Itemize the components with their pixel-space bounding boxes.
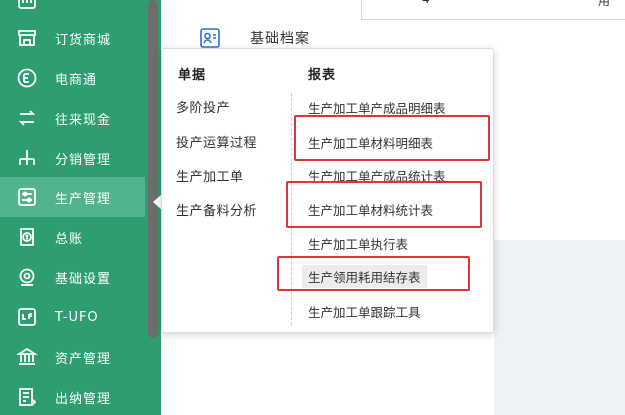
doc-item-multi-stage[interactable]: 多阶投产: [176, 97, 230, 116]
cashier-icon: [16, 386, 38, 408]
sidebar-item-label: 出纳管理: [55, 391, 112, 407]
highlight-box: [277, 256, 470, 291]
top-value: 用: [598, 0, 611, 8]
top-panel: 4 用: [361, 0, 625, 20]
doc-item-calc-process[interactable]: 投产运算过程: [176, 132, 257, 151]
settings-icon: [16, 266, 38, 288]
archive-label: 基础档案: [250, 31, 310, 47]
sidebar-item-label: 生产管理: [55, 191, 112, 207]
sidebar-item-transfer[interactable]: 往来现金: [0, 98, 145, 138]
sidebar-item-label: 订货商城: [55, 32, 112, 48]
sidebar-item-label: 往来现金: [55, 112, 112, 128]
highlight-box: [294, 115, 490, 161]
ecommerce-icon: [16, 67, 38, 89]
doc-item-work-order[interactable]: 生产加工单: [176, 166, 244, 185]
sidebar-item-production[interactable]: 生产管理: [0, 177, 145, 217]
sidebar-item-label: T-UFO: [55, 309, 99, 325]
sidebar-item-settings[interactable]: 基础设置: [0, 257, 145, 297]
sidebar-item-distribution[interactable]: 分销管理: [0, 138, 145, 178]
ufo-icon: [16, 306, 38, 328]
report-item-tracking-tool[interactable]: 生产加工单跟踪工具: [308, 302, 421, 321]
top-value: 4: [422, 0, 430, 6]
sidebar-item-label: 电商通: [55, 72, 98, 88]
doc-item-material-analysis[interactable]: 生产备料分析: [176, 200, 257, 219]
asset-icon: [16, 346, 38, 368]
highlight-box: [286, 181, 482, 228]
report-item-execution[interactable]: 生产加工单执行表: [308, 234, 408, 253]
sidebar-item-label: 分销管理: [55, 152, 112, 168]
ledger-icon: [16, 226, 38, 248]
sidebar-item-label: 基础设置: [55, 271, 112, 287]
sidebar-scrollbar[interactable]: [148, 0, 158, 338]
transfer-icon: [16, 107, 38, 129]
sidebar-item-label: 总账: [55, 231, 84, 247]
documents-header: 单据: [178, 68, 207, 83]
distribution-icon: [16, 147, 38, 169]
sidebar-item-cashier[interactable]: 出纳管理: [0, 377, 145, 415]
sidebar-item-ledger[interactable]: 总账: [0, 217, 145, 257]
profile-card-icon: [198, 26, 222, 50]
sidebar-item-partial[interactable]: [0, 0, 145, 20]
store-icon: [16, 27, 38, 49]
production-icon: [16, 186, 38, 208]
content-background: [494, 240, 625, 415]
sidebar-item-ecommerce[interactable]: 电商通: [0, 58, 145, 98]
sidebar: 订货商城 电商通 往来现金 分销管理 生产管理 总账 基础设置 T-UFO 资产…: [0, 0, 145, 415]
sidebar-item-tufo[interactable]: T-UFO: [0, 297, 145, 337]
sidebar-item-store[interactable]: 订货商城: [0, 18, 145, 58]
sidebar-item-asset[interactable]: 资产管理: [0, 337, 145, 377]
chart-icon: [16, 0, 38, 11]
sidebar-item-label: 资产管理: [55, 351, 112, 367]
reports-header: 报表: [308, 68, 337, 83]
archive-entry[interactable]: 基础档案: [198, 26, 310, 50]
